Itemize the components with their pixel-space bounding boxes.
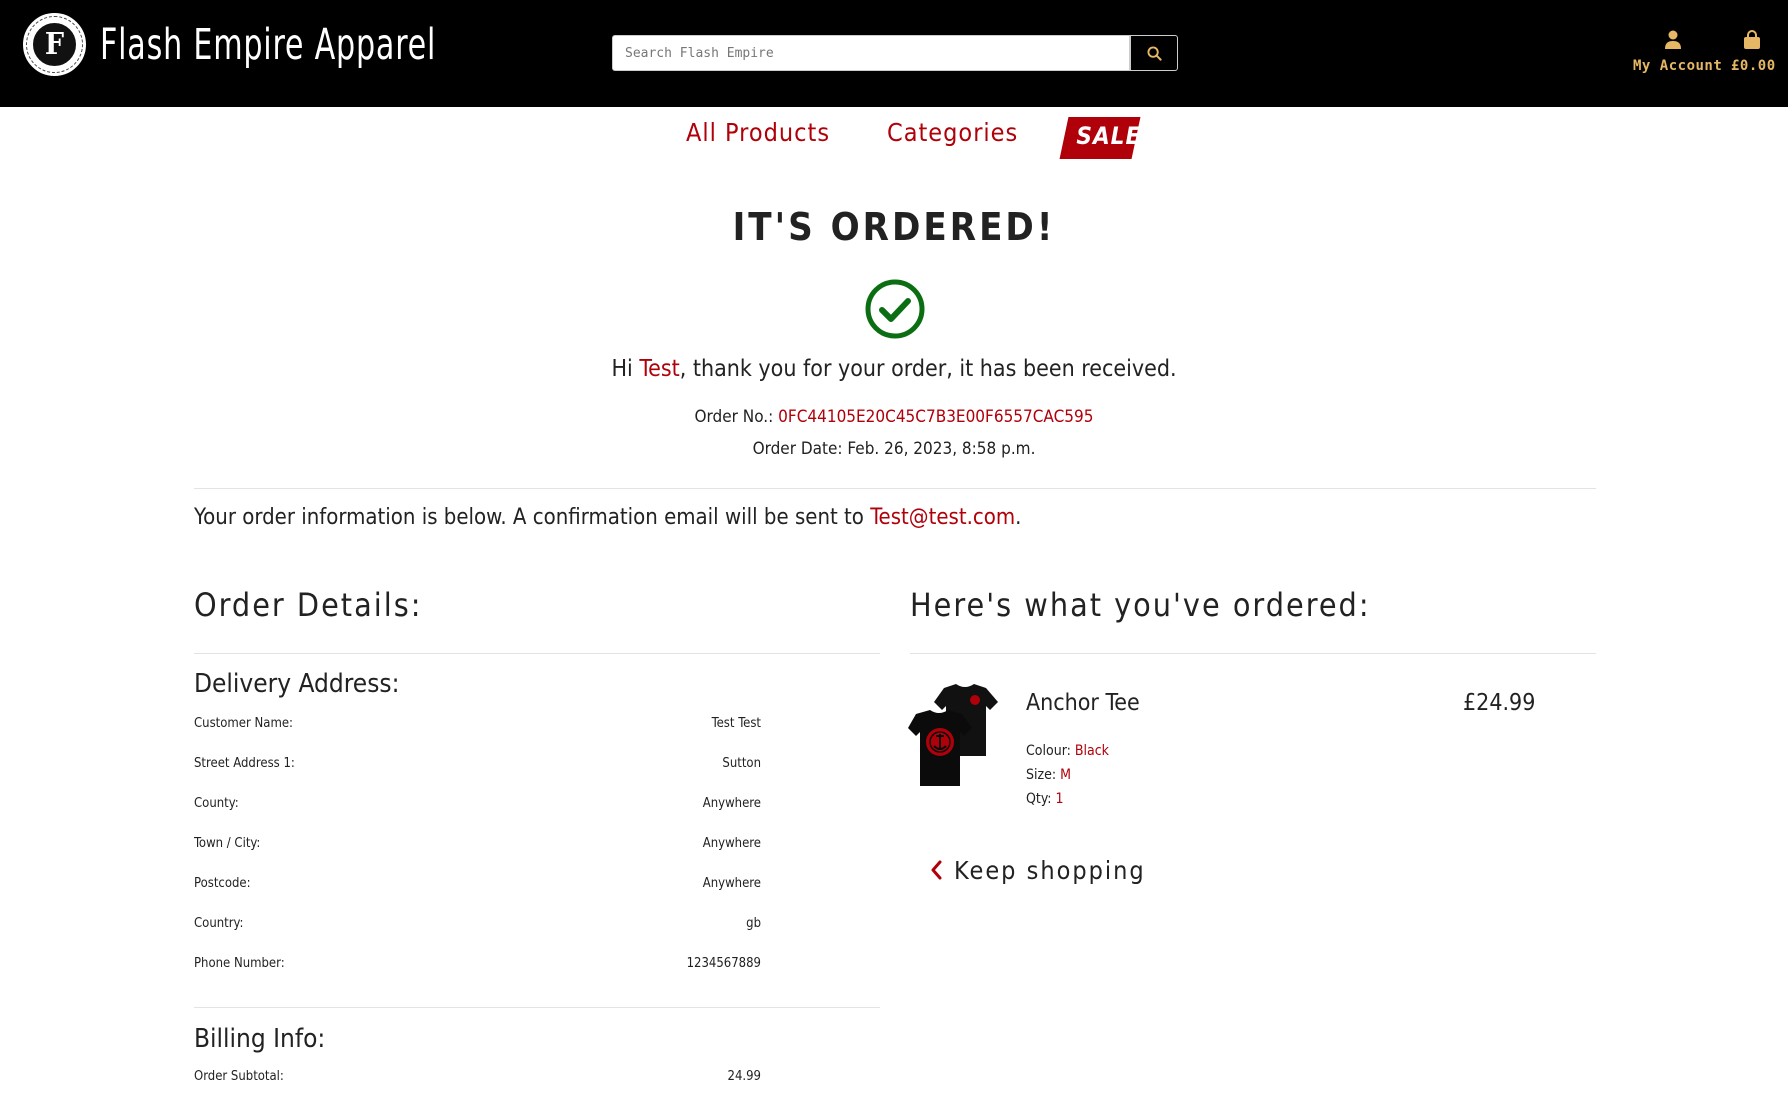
thank-you-message: Hi Test, thank you for your order, it ha… bbox=[0, 356, 1788, 382]
order-details-heading: Order Details: bbox=[194, 586, 423, 624]
product-name[interactable]: Anchor Tee bbox=[1026, 690, 1140, 716]
divider bbox=[194, 488, 1596, 489]
search-button[interactable] bbox=[1130, 35, 1178, 71]
town-city-label: Town / City: bbox=[194, 836, 261, 851]
colour-label: Colour: bbox=[1026, 743, 1071, 759]
product-price: £24.99 bbox=[1463, 690, 1536, 716]
my-account-link[interactable]: My Account bbox=[1633, 30, 1723, 74]
ordered-items-heading: Here's what you've ordered: bbox=[910, 586, 1371, 624]
shopping-bag-icon bbox=[1744, 30, 1760, 49]
thank-you-text: , thank you for your order, it has been … bbox=[679, 356, 1177, 382]
chevron-left-icon bbox=[931, 860, 942, 880]
page-title: IT'S ORDERED! bbox=[732, 205, 1056, 249]
delivery-address-heading: Delivery Address: bbox=[194, 669, 400, 699]
product-qty: Qty: 1 bbox=[1026, 791, 1064, 807]
my-account-label: My Account bbox=[1633, 58, 1723, 74]
country-value: gb bbox=[746, 916, 761, 931]
check-circle-icon bbox=[865, 279, 925, 339]
keep-shopping-link[interactable]: Keep shopping bbox=[930, 856, 1146, 885]
nav-sale-label: SALE bbox=[1076, 122, 1142, 150]
county-value: Anywhere bbox=[702, 796, 761, 811]
search-input[interactable] bbox=[612, 35, 1130, 71]
order-number-line: Order No.: 0FC44105E20C45C7B3E00F6557CAC… bbox=[0, 407, 1788, 427]
qty-value: 1 bbox=[1055, 791, 1064, 807]
brand-name-text: Flash Empire Apparel bbox=[100, 20, 437, 70]
county-label: County: bbox=[194, 796, 239, 811]
search-form bbox=[612, 35, 1178, 71]
product-image[interactable] bbox=[908, 684, 1000, 787]
confirmation-email[interactable]: Test@test.com bbox=[870, 505, 1015, 530]
size-value: M bbox=[1060, 767, 1071, 783]
logo-inner: F bbox=[31, 21, 78, 68]
phone-number-value: 1234567889 bbox=[686, 956, 761, 971]
customer-name-value: Test Test bbox=[711, 716, 761, 731]
order-date: Order Date: Feb. 26, 2023, 8:58 p.m. bbox=[752, 439, 1036, 459]
order-info-end: . bbox=[1015, 505, 1022, 530]
divider bbox=[194, 1007, 880, 1008]
top-header: F Flash Empire Apparel My Account £0.00 bbox=[0, 0, 1788, 107]
cart-total: £0.00 bbox=[1731, 58, 1776, 74]
product-size: Size: M bbox=[1026, 767, 1071, 783]
brand-logo-icon[interactable]: F bbox=[23, 13, 86, 76]
brand-name[interactable]: Flash Empire Apparel bbox=[100, 20, 531, 70]
order-subtotal-value: 24.99 bbox=[727, 1069, 761, 1084]
town-city-value: Anywhere bbox=[702, 836, 761, 851]
street-address-value: Sutton bbox=[722, 756, 761, 771]
logo-letter: F bbox=[44, 27, 65, 62]
nav-categories[interactable]: Categories bbox=[887, 118, 1018, 147]
order-number: 0FC44105E20C45C7B3E00F6557CAC595 bbox=[778, 407, 1094, 427]
billing-info-heading: Billing Info: bbox=[194, 1024, 326, 1054]
customer-name-label: Customer Name: bbox=[194, 716, 293, 731]
product-colour: Colour: Black bbox=[1026, 743, 1109, 759]
phone-number-label: Phone Number: bbox=[194, 956, 285, 971]
order-info-message: Your order information is below. A confi… bbox=[194, 505, 1021, 530]
divider bbox=[910, 653, 1596, 654]
cart-link[interactable]: £0.00 bbox=[1731, 30, 1776, 74]
postcode-value: Anywhere bbox=[702, 876, 761, 891]
order-subtotal-label: Order Subtotal: bbox=[194, 1069, 284, 1084]
keep-shopping-label: Keep shopping bbox=[954, 856, 1146, 885]
customer-first-name: Test bbox=[639, 356, 680, 382]
nav-sale[interactable]: SALE bbox=[1059, 117, 1142, 159]
order-number-label: Order No.: bbox=[694, 407, 774, 427]
divider bbox=[194, 653, 880, 654]
greeting: Hi bbox=[611, 356, 633, 382]
search-icon bbox=[1147, 46, 1162, 61]
order-info-text: Your order information is below. A confi… bbox=[194, 505, 864, 530]
country-label: Country: bbox=[194, 916, 244, 931]
qty-label: Qty: bbox=[1026, 791, 1052, 807]
nav-all-products[interactable]: All Products bbox=[686, 118, 830, 147]
street-address-label: Street Address 1: bbox=[194, 756, 295, 771]
user-icon bbox=[1665, 30, 1681, 49]
size-label: Size: bbox=[1026, 767, 1057, 783]
postcode-label: Postcode: bbox=[194, 876, 251, 891]
colour-value: Black bbox=[1074, 743, 1109, 759]
